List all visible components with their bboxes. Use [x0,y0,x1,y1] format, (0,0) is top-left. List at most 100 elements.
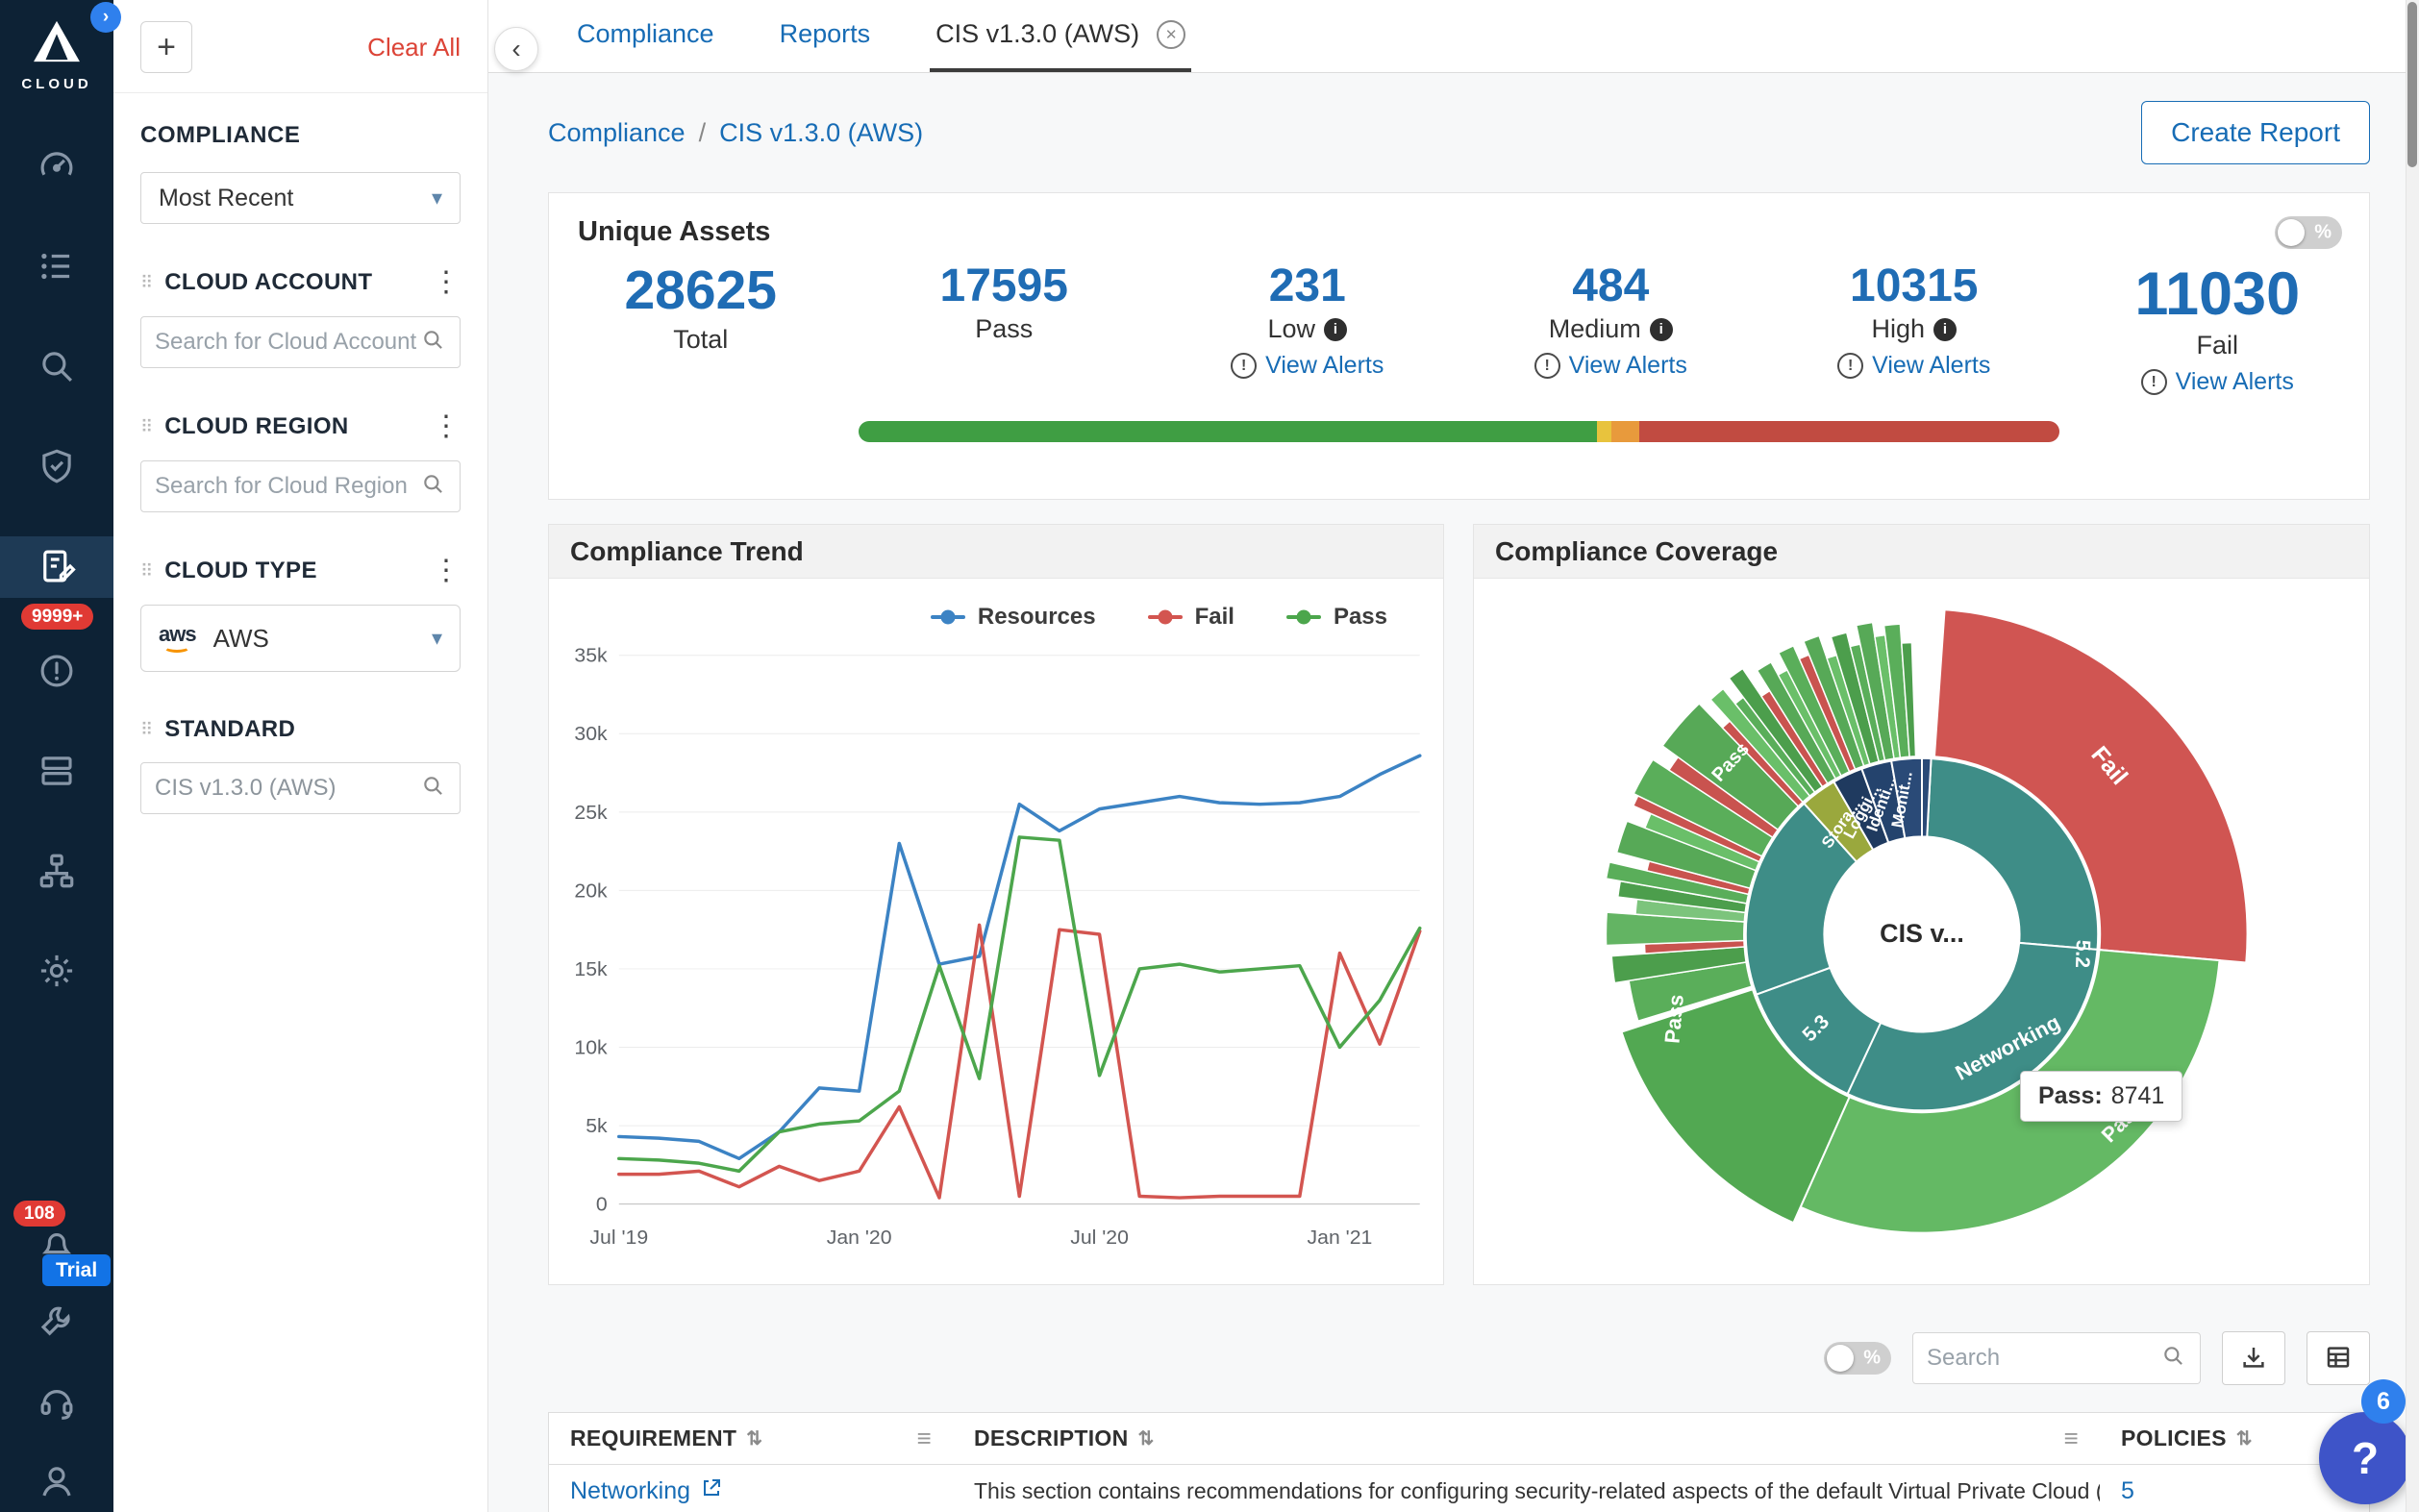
column-menu-icon[interactable]: ≡ [917,1424,932,1453]
cloud-region-search-input[interactable] [155,473,421,500]
cloud-type-menu-button[interactable]: ⋮ [432,557,461,585]
column-settings-button[interactable] [2307,1331,2370,1385]
tab-cis-v130-aws[interactable]: CIS v1.3.0 (AWS) ✕ [930,0,1191,72]
stat-fail-value: 11030 [2134,260,2300,329]
legend-resources[interactable]: Resources [931,604,1096,631]
app-root: CLOUD 9999+ 108 [0,0,2419,1512]
table-percent-toggle[interactable]: % [1824,1342,1891,1375]
panel-pin-button[interactable]: › [90,2,121,33]
svg-text:Jan '20: Jan '20 [827,1227,892,1249]
column-menu-icon[interactable]: ≡ [2064,1424,2079,1453]
rail-bottom-cluster: 108 Trial [0,1204,113,1512]
sort-select-value: Most Recent [159,185,293,212]
cloud-account-header: ⠿ CLOUD ACCOUNT ⋮ [140,268,461,297]
percent-label: % [2314,222,2332,244]
legend-pass[interactable]: Pass [1286,604,1387,631]
table-search-input[interactable] [1927,1345,2161,1372]
percent-toggle[interactable]: % [2275,216,2342,249]
add-filter-button[interactable]: + [140,21,192,73]
alert-circle-icon [37,651,77,694]
drag-handle-icon[interactable]: ⠿ [140,561,153,582]
gear-icon [37,951,77,994]
search-icon [2161,1344,2186,1374]
tab-reports[interactable]: Reports [774,0,877,72]
nav-network[interactable] [0,841,113,903]
requirement-link[interactable]: Networking [570,1476,723,1506]
svg-text:CIS v...: CIS v... [1880,919,1964,948]
sort-select[interactable]: Most Recent ▾ [140,172,461,224]
stack-icon [37,751,77,794]
nav-profile[interactable] [0,1452,113,1512]
cloud-region-header: ⠿ CLOUD REGION ⋮ [140,412,461,441]
trend-legend: Resources Fail Pass [549,579,1443,631]
headset-icon [37,1382,77,1425]
aws-logo: aws [159,624,196,653]
collapse-filters-button[interactable]: ‹ [494,27,538,71]
charts-row: Compliance Trend Resources Fail Pass 05k… [548,524,2370,1285]
drag-handle-icon[interactable]: ⠿ [140,720,153,740]
svg-text:0: 0 [596,1194,608,1216]
vertical-scrollbar[interactable] [2406,0,2419,1512]
nav-inventory[interactable] [0,236,113,298]
cloud-region-menu-button[interactable]: ⋮ [432,412,461,441]
filter-panel-top: + Clear All [113,21,487,93]
cloud-account-menu-button[interactable]: ⋮ [432,268,461,297]
nav-compliance[interactable] [0,536,113,598]
stat-pass-value: 17595 [940,260,1068,312]
nav-alerts[interactable] [0,641,113,703]
clear-all-button[interactable]: Clear All [367,33,461,62]
stat-medium-value: 484 [1572,260,1649,312]
requirements-table: REQUIREMENT ⇅ ≡ DESCRIPTION ⇅ ≡ POLICIES… [548,1412,2370,1512]
cloud-account-search-input[interactable] [155,329,421,356]
trend-line-chart[interactable]: 05k10k15k20k25k30k35kJul '19Jan '20Jul '… [549,634,1443,1257]
breadcrumb-parent-link[interactable]: Compliance [548,118,686,148]
view-alerts-fail-link[interactable]: !View Alerts [2141,368,2294,396]
column-requirement: REQUIREMENT ⇅ ≡ [549,1413,953,1464]
close-tab-icon[interactable]: ✕ [1157,20,1185,49]
nav-settings[interactable] [0,941,113,1003]
cloud-type-select[interactable]: aws AWS ▾ [140,605,461,672]
app-logo[interactable]: CLOUD [21,19,91,92]
toggle-knob [1827,1345,1854,1372]
view-alerts-high-link[interactable]: !View Alerts [1837,352,1990,380]
pass-fail-distribution-bar [859,421,2059,442]
tab-compliance[interactable]: Compliance [571,0,720,72]
nav-data-security[interactable] [0,741,113,803]
drag-handle-icon[interactable]: ⠿ [140,417,153,437]
create-report-button[interactable]: Create Report [2141,101,2370,164]
distribution-medium-segment [1611,421,1639,442]
table-row: Networking This section contains recomme… [549,1465,2369,1512]
policies-count-link[interactable]: 5 [2121,1477,2134,1505]
toggle-knob [2278,219,2305,246]
download-button[interactable] [2222,1331,2285,1385]
info-icon[interactable]: i [1650,318,1673,341]
help-notification-badge: 6 [2361,1379,2406,1424]
scrollbar-thumb[interactable] [2407,2,2417,167]
nav-governance[interactable] [0,436,113,498]
sort-icon[interactable]: ⇅ [1137,1426,1154,1450]
help-fab-button[interactable]: ? [2319,1412,2411,1504]
svg-text:Pass: Pass [1660,994,1688,1045]
svg-text:5.2: 5.2 [2071,940,2094,969]
nav-support[interactable] [0,1374,113,1433]
line-dot-marker-icon [1148,615,1183,619]
drag-handle-icon[interactable]: ⠿ [140,273,153,293]
legend-fail[interactable]: Fail [1148,604,1234,631]
nav-dashboard[interactable] [0,136,113,198]
view-alerts-medium-link[interactable]: !View Alerts [1534,352,1687,380]
sort-icon[interactable]: ⇅ [746,1426,762,1450]
standard-search-input[interactable] [155,775,421,802]
info-icon[interactable]: i [1933,318,1957,341]
wrench-icon [37,1301,77,1345]
coverage-sunburst-chart[interactable]: FailPassPassPass5.25.3NetworkingStora...… [1474,579,2369,1285]
view-alerts-low-link[interactable]: !View Alerts [1231,352,1384,380]
breadcrumb-current-link[interactable]: CIS v1.3.0 (AWS) [719,118,923,148]
nav-investigate[interactable] [0,336,113,398]
svg-text:15k: 15k [574,958,608,980]
nav-integrations[interactable] [0,1293,113,1352]
sort-icon[interactable]: ⇅ [2236,1426,2253,1450]
stat-total: 28625 Total [549,260,853,396]
alert-icon: ! [2141,369,2167,395]
coverage-tooltip: Pass: 8741 [2020,1071,2182,1122]
info-icon[interactable]: i [1324,318,1347,341]
